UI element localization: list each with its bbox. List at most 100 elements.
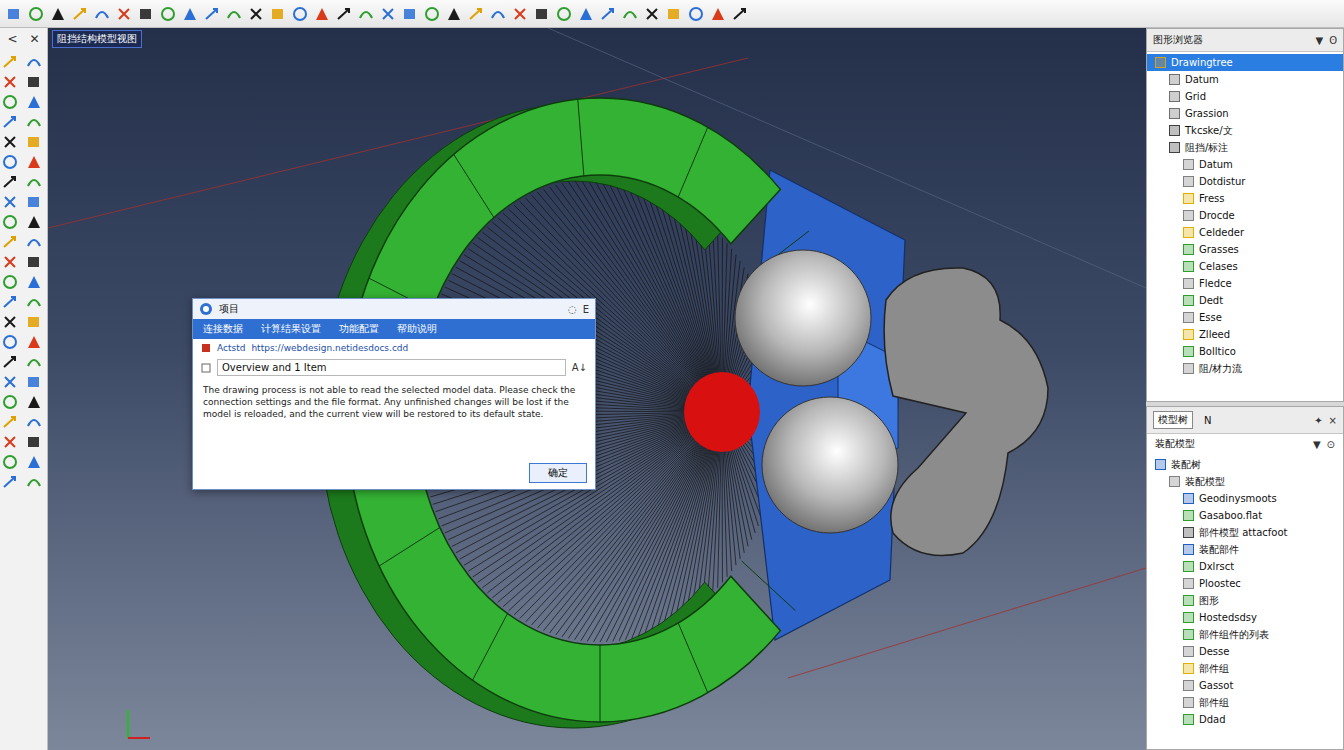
tool-icon[interactable] <box>2 274 18 290</box>
tool-icon[interactable] <box>26 374 42 390</box>
tree-item[interactable]: Gasaboo.flat <box>1147 507 1343 524</box>
toolbar-toggle[interactable]: < <box>7 32 17 46</box>
tool-icon[interactable] <box>204 6 220 22</box>
sphere[interactable] <box>735 250 871 386</box>
tool-icon[interactable] <box>116 6 132 22</box>
tree-item[interactable]: Drocde <box>1147 207 1343 224</box>
tree-item[interactable]: Tkcske/文 <box>1147 122 1343 139</box>
sphere[interactable] <box>762 397 898 533</box>
tool-icon[interactable] <box>6 6 22 22</box>
tool-icon[interactable] <box>26 74 42 90</box>
tool-icon[interactable] <box>26 134 42 150</box>
tool-icon[interactable] <box>26 414 42 430</box>
tool-icon[interactable] <box>26 314 42 330</box>
tool-icon[interactable] <box>2 254 18 270</box>
tool-icon[interactable] <box>26 174 42 190</box>
window-control[interactable]: ◌ <box>568 304 577 315</box>
pane-control[interactable]: ▼ <box>1315 35 1323 46</box>
tool-icon[interactable] <box>2 454 18 470</box>
viewport[interactable]: 阻挡结构模型视图项目◌E连接数据计算结果设置功能配置帮助说明Actstdhttp… <box>48 28 1146 750</box>
tool-icon[interactable] <box>26 214 42 230</box>
tool-icon[interactable] <box>2 74 18 90</box>
tool-icon[interactable] <box>26 194 42 210</box>
tree-item[interactable]: Hostedsdsy <box>1147 609 1343 626</box>
tree-item[interactable]: 阻/材力流 <box>1147 360 1343 377</box>
tree-item[interactable]: Bolltico <box>1147 343 1343 360</box>
tree-item[interactable]: Grasses <box>1147 241 1343 258</box>
tool-icon[interactable] <box>578 6 594 22</box>
tool-icon[interactable] <box>666 6 682 22</box>
tool-icon[interactable] <box>26 454 42 470</box>
tool-icon[interactable] <box>622 6 638 22</box>
tool-icon[interactable] <box>28 6 44 22</box>
tool-icon[interactable] <box>2 414 18 430</box>
tool-icon[interactable] <box>600 6 616 22</box>
tool-icon[interactable] <box>2 174 18 190</box>
tree-item[interactable]: Celases <box>1147 258 1343 275</box>
tree-item[interactable]: 部件模型 attacfoot <box>1147 524 1343 541</box>
tool-icon[interactable] <box>644 6 660 22</box>
tool-icon[interactable] <box>26 394 42 410</box>
red-core[interactable] <box>684 372 760 452</box>
tool-icon[interactable] <box>138 6 154 22</box>
tool-icon[interactable] <box>512 6 528 22</box>
tree-item[interactable]: Grid <box>1147 88 1343 105</box>
tool-icon[interactable] <box>26 54 42 70</box>
pane-control[interactable]: ▼ <box>1313 439 1321 450</box>
toolbar-toggle[interactable]: ✕ <box>30 32 40 46</box>
tool-icon[interactable] <box>226 6 242 22</box>
tree-item[interactable]: 装配模型 <box>1147 473 1343 490</box>
tool-icon[interactable] <box>490 6 506 22</box>
tree-item[interactable]: Datum <box>1147 156 1343 173</box>
tree-item[interactable]: Drawingtree <box>1147 54 1343 71</box>
tool-icon[interactable] <box>2 314 18 330</box>
tool-icon[interactable] <box>2 54 18 70</box>
menu-item[interactable]: 连接数据 <box>201 321 245 337</box>
address-link[interactable]: https://webdesign.netidesdocs.cdd <box>251 343 408 353</box>
tool-icon[interactable] <box>424 6 440 22</box>
tree-item[interactable]: Grassion <box>1147 105 1343 122</box>
tool-icon[interactable] <box>402 6 418 22</box>
tool-icon[interactable] <box>314 6 330 22</box>
tree-item[interactable]: 图形 <box>1147 592 1343 609</box>
tree-item[interactable]: Ddad <box>1147 711 1343 728</box>
tool-icon[interactable] <box>2 474 18 490</box>
tool-icon[interactable] <box>534 6 550 22</box>
pane-control[interactable]: × <box>1329 415 1337 426</box>
tree-item[interactable]: 部件组 <box>1147 660 1343 677</box>
tree-item[interactable]: Celdeder <box>1147 224 1343 241</box>
tool-icon[interactable] <box>26 474 42 490</box>
tool-icon[interactable] <box>50 6 66 22</box>
tree-item[interactable]: Gassot <box>1147 677 1343 694</box>
tool-icon[interactable] <box>26 254 42 270</box>
tool-icon[interactable] <box>72 6 88 22</box>
tool-icon[interactable] <box>336 6 352 22</box>
tool-icon[interactable] <box>688 6 704 22</box>
tool-icon[interactable] <box>26 154 42 170</box>
tool-icon[interactable] <box>292 6 308 22</box>
tool-icon[interactable] <box>446 6 462 22</box>
tool-icon[interactable] <box>2 434 18 450</box>
tree-item[interactable]: Dxlrsct <box>1147 558 1343 575</box>
pane-tab[interactable]: 模型树 <box>1153 411 1193 429</box>
tool-icon[interactable] <box>26 234 42 250</box>
tool-icon[interactable] <box>2 394 18 410</box>
tool-icon[interactable] <box>468 6 484 22</box>
tree-item[interactable]: Esse <box>1147 309 1343 326</box>
tree-item[interactable]: Fledce <box>1147 275 1343 292</box>
tree-item[interactable]: 阻挡/标注 <box>1147 139 1343 156</box>
tool-icon[interactable] <box>732 6 748 22</box>
tree-item[interactable]: 装配树 <box>1147 456 1343 473</box>
tool-icon[interactable] <box>2 294 18 310</box>
tool-icon[interactable] <box>26 334 42 350</box>
ok-button[interactable]: 确定 <box>529 463 587 483</box>
menu-item[interactable]: 计算结果设置 <box>259 321 323 337</box>
tool-icon[interactable] <box>2 334 18 350</box>
tool-icon[interactable] <box>2 134 18 150</box>
tool-icon[interactable] <box>710 6 726 22</box>
tree-item[interactable]: Geodinysmoots <box>1147 490 1343 507</box>
tool-icon[interactable] <box>270 6 286 22</box>
text-field[interactable]: Overview and 1 Item <box>217 359 566 376</box>
tool-icon[interactable] <box>26 434 42 450</box>
pane-control[interactable]: ✦ <box>1314 415 1322 426</box>
